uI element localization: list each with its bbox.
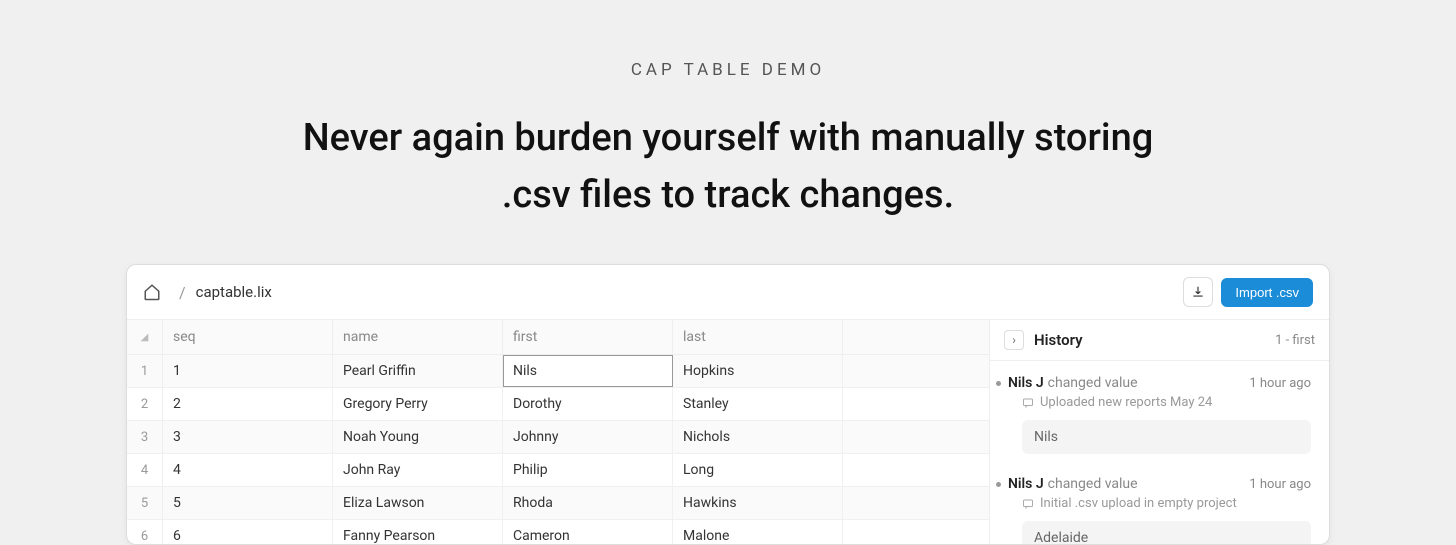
download-button[interactable] (1183, 277, 1213, 307)
import-csv-button[interactable]: Import .csv (1221, 278, 1313, 307)
cell-name[interactable]: John Ray (333, 454, 503, 486)
cell-first[interactable]: Dorothy (503, 388, 673, 420)
row-number[interactable]: 4 (127, 454, 163, 486)
table-row: 4 4 John Ray Philip Long (127, 454, 989, 487)
chevron-right-icon[interactable]: › (1004, 330, 1024, 350)
history-description: Uploaded new reports May 24 (1040, 395, 1212, 410)
history-action: changed value (1048, 375, 1138, 391)
cell-last[interactable]: Nichols (673, 421, 843, 453)
timeline-dot-icon (996, 482, 1001, 487)
cell-name[interactable]: Eliza Lawson (333, 487, 503, 519)
history-title: History (1034, 331, 1083, 349)
corner-cell[interactable]: ◢ (127, 320, 163, 354)
comment-icon (1022, 397, 1034, 409)
cell-first-selected[interactable]: Nils (503, 355, 673, 387)
cell-name[interactable]: Pearl Griffin (333, 355, 503, 387)
table-row: 5 5 Eliza Lawson Rhoda Hawkins (127, 487, 989, 520)
column-header-first[interactable]: first (503, 320, 673, 354)
table-row: 6 6 Fanny Pearson Cameron Malone (127, 520, 989, 545)
row-number[interactable]: 6 (127, 520, 163, 545)
cell-name[interactable]: Fanny Pearson (333, 520, 503, 545)
history-value: Nils (1022, 420, 1311, 454)
row-number[interactable]: 1 (127, 355, 163, 387)
history-value: Adelaide (1022, 521, 1311, 545)
cell-first[interactable]: Rhoda (503, 487, 673, 519)
cell-seq[interactable]: 4 (163, 454, 333, 486)
row-number[interactable]: 5 (127, 487, 163, 519)
table-row: 1 1 Pearl Griffin Nils Hopkins (127, 355, 989, 388)
cell-last[interactable]: Stanley (673, 388, 843, 420)
history-cell-reference: 1 - first (1275, 333, 1315, 348)
cell-seq[interactable]: 1 (163, 355, 333, 387)
history-time: 1 hour ago (1249, 477, 1311, 492)
home-icon[interactable] (143, 283, 161, 301)
cell-name[interactable]: Noah Young (333, 421, 503, 453)
row-number[interactable]: 2 (127, 388, 163, 420)
cell-seq[interactable]: 3 (163, 421, 333, 453)
row-number[interactable]: 3 (127, 421, 163, 453)
table-row: 2 2 Gregory Perry Dorothy Stanley (127, 388, 989, 421)
history-item: Nils J changed value 1 hour ago Initial … (990, 462, 1329, 545)
cell-seq[interactable]: 6 (163, 520, 333, 545)
cell-last[interactable]: Long (673, 454, 843, 486)
history-time: 1 hour ago (1249, 376, 1311, 391)
cell-last[interactable]: Hawkins (673, 487, 843, 519)
history-user: Nils J (1008, 375, 1044, 391)
cell-seq[interactable]: 2 (163, 388, 333, 420)
app-header: / captable.lix Import .csv (127, 265, 1329, 320)
breadcrumb-separator: / (179, 283, 186, 302)
history-action: changed value (1048, 476, 1138, 492)
headline-text: Never again burden yourself with manuall… (278, 110, 1178, 224)
table-row: 3 3 Noah Young Johnny Nichols (127, 421, 989, 454)
column-header-last[interactable]: last (673, 320, 843, 354)
column-header-name[interactable]: name (333, 320, 503, 354)
history-panel: › History 1 - first Nils J changed value… (989, 320, 1329, 545)
cell-seq[interactable]: 5 (163, 487, 333, 519)
cell-last[interactable]: Hopkins (673, 355, 843, 387)
download-icon (1191, 285, 1205, 299)
history-description: Initial .csv upload in empty project (1040, 496, 1237, 511)
history-user: Nils J (1008, 476, 1044, 492)
eyebrow-text: CAP TABLE DEMO (631, 60, 825, 80)
column-header-seq[interactable]: seq (163, 320, 333, 354)
filename: captable.lix (196, 283, 272, 301)
comment-icon (1022, 498, 1034, 510)
app-window: / captable.lix Import .csv ◢ seq name fi… (126, 264, 1330, 545)
history-item: Nils J changed value 1 hour ago Uploaded… (990, 361, 1329, 462)
cell-first[interactable]: Johnny (503, 421, 673, 453)
cell-first[interactable]: Philip (503, 454, 673, 486)
cell-first[interactable]: Cameron (503, 520, 673, 545)
cell-name[interactable]: Gregory Perry (333, 388, 503, 420)
spreadsheet-table: ◢ seq name first last 1 1 Pearl Griffin … (127, 320, 989, 545)
timeline-dot-icon (996, 381, 1001, 386)
cell-last[interactable]: Malone (673, 520, 843, 545)
